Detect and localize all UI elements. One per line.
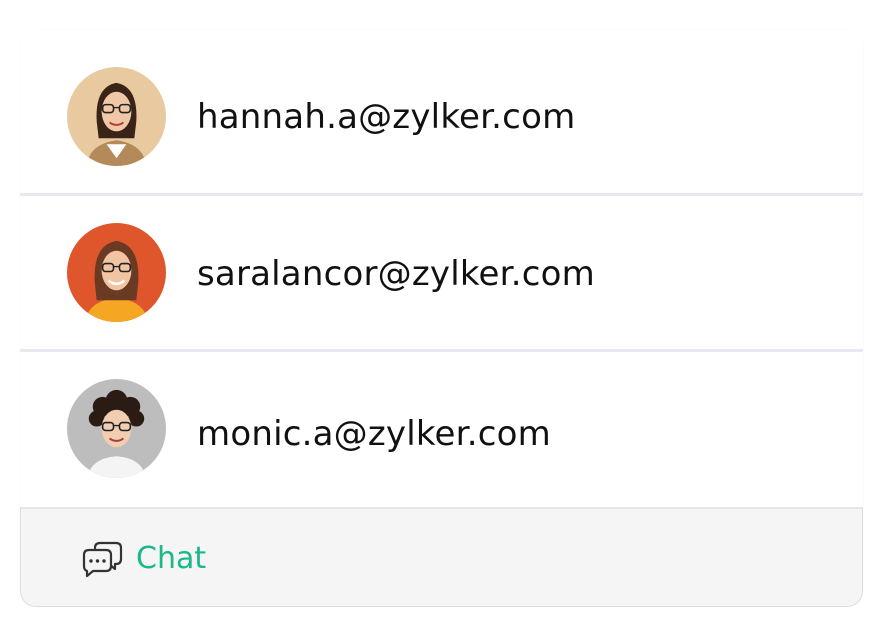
contact-row-hannah[interactable]: hannah.a@zylker.com — [20, 67, 863, 167]
contact-email: monic.a@zylker.com — [197, 414, 551, 454]
contact-row-sara[interactable]: saralancor@zylker.com — [20, 223, 863, 323]
row-divider — [20, 193, 863, 196]
chat-button[interactable]: Chat — [20, 507, 863, 607]
chat-label: Chat — [136, 541, 207, 576]
row-divider — [20, 349, 863, 352]
avatar — [67, 67, 166, 166]
contact-row-monic[interactable]: monic.a@zylker.com — [20, 379, 863, 479]
contact-email: hannah.a@zylker.com — [197, 97, 576, 137]
avatar — [67, 223, 166, 322]
chat-bubbles-icon — [81, 539, 123, 579]
contact-email: saralancor@zylker.com — [197, 254, 595, 294]
avatar — [67, 379, 166, 478]
